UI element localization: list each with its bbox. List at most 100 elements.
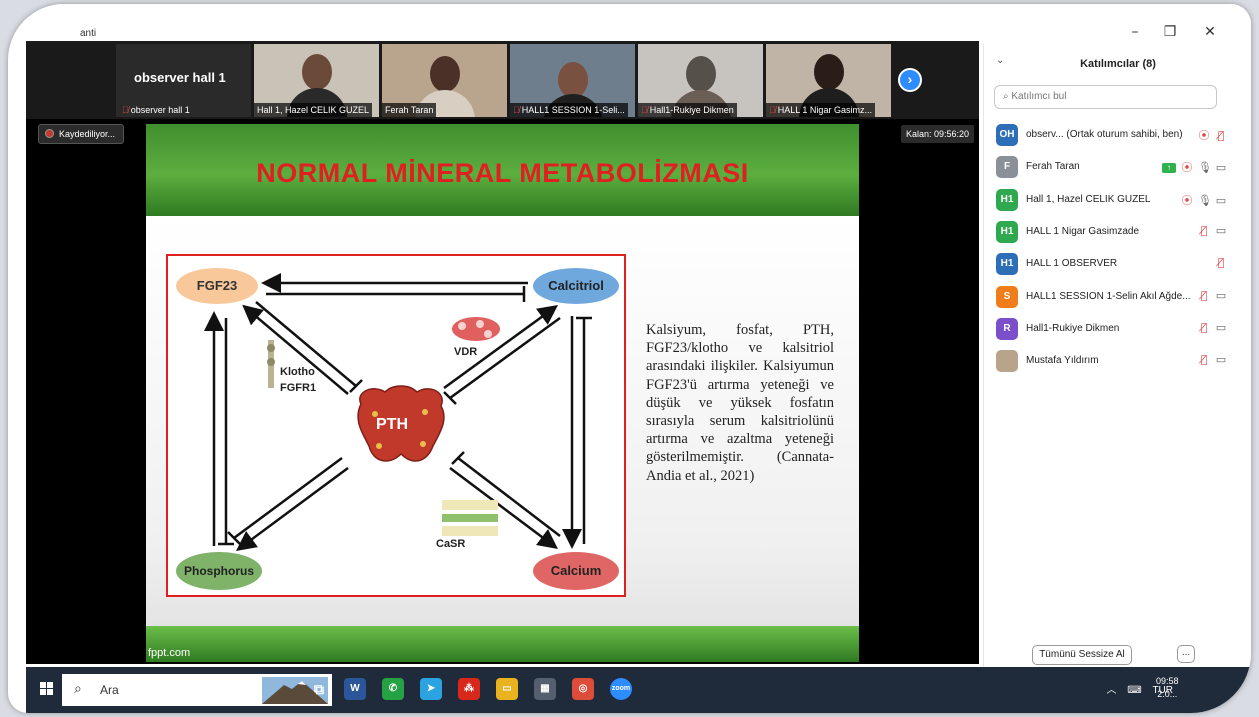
participant-row[interactable]: H1 Hall 1, Hazel CELIK GUZEL ⦿ 🎙 ▭	[984, 184, 1251, 216]
label-klotho: Klotho	[280, 366, 315, 378]
participant-head	[558, 62, 588, 98]
muted-mic-icon[interactable]: 🎙̸	[1198, 353, 1210, 366]
thumbnail-video[interactable]: Hall 1, Hazel CELIK GUZEL	[254, 44, 379, 117]
taskbar-app-explorer-icon[interactable]: ▭	[496, 678, 518, 700]
recording-icon[interactable]: ⦿	[1181, 192, 1193, 208]
participant-name: Mustafa Yıldırım	[1026, 355, 1099, 367]
participant-search-input[interactable]: ⌕ Katılımcı bul	[994, 85, 1217, 109]
window-title: anti	[80, 28, 97, 39]
muted-mic-icon: 🎙̸	[513, 105, 520, 115]
participant-head	[430, 56, 460, 92]
participant-status-icons: ⦿ 🎙 ▭	[1176, 192, 1227, 208]
muted-mic-icon[interactable]: 🎙̸	[1198, 321, 1210, 334]
thumbnail-video[interactable]: 🎙̸ Hall1-Rukiye Dikmen	[638, 44, 763, 117]
thumbnail-name: 🎙̸ HALL1 SESSION 1-Seli...	[510, 103, 628, 117]
observer-label: 🎙̸ observer hall 1	[122, 105, 190, 115]
muted-mic-icon[interactable]: 🎙̸	[1215, 129, 1227, 142]
search-icon: ⌕	[74, 681, 82, 697]
recording-indicator[interactable]: Kaydediliyor...	[38, 124, 125, 144]
taskbar-app-calculator-icon[interactable]: ▦	[534, 678, 556, 700]
taskbar-app-task-view-icon[interactable]: ⧉	[308, 678, 330, 700]
recording-icon[interactable]: ⦿	[1181, 159, 1193, 175]
avatar	[996, 350, 1018, 373]
mic-icon[interactable]: 🎙	[1198, 194, 1212, 207]
label-fgfr1: FGFR1	[280, 382, 317, 394]
taskbar-app-whatsapp-icon[interactable]: ✆	[382, 678, 404, 700]
camera-icon[interactable]: ▭	[1215, 353, 1227, 366]
slide-paragraph: Kalsiyum, fosfat, PTH, FGF23/klotho ve k…	[646, 322, 834, 484]
camera-icon[interactable]: ▭	[1215, 161, 1227, 174]
participant-row[interactable]: S HALL1 SESSION 1-Selin Akıl Ağde... 🎙̸ ▭	[984, 281, 1251, 313]
thumbnail-strip: observer hall 1 🎙̸ observer hall 1 Hall 1…	[26, 41, 979, 119]
camera-icon[interactable]: ▭	[1215, 289, 1227, 302]
taskbar-search-box[interactable]: ⌕ Ara	[62, 674, 332, 706]
muted-mic-icon[interactable]: 🎙̸	[1215, 256, 1227, 269]
taskbar-search-text: Ara	[100, 683, 119, 697]
slide-title: NORMAL MİNERAL METABOLİZMASI	[256, 158, 749, 188]
keyboard-icon[interactable]: ⌨	[1127, 685, 1141, 696]
taskbar-app-pdf-icon[interactable]: ⁂	[458, 678, 480, 700]
participant-head	[302, 54, 332, 90]
slide-body: FGF23 Calcitriol Phosphorus Calcium PTH …	[146, 216, 859, 626]
participant-status-icons: ⦿ 🎙̸	[1193, 127, 1227, 143]
next-page-arrow-icon[interactable]: ›	[898, 68, 922, 92]
avatar: OH	[996, 124, 1018, 146]
participant-name: Ferah Taran	[1026, 161, 1080, 173]
taskbar-app-chrome-icon[interactable]: ◎	[572, 678, 594, 700]
node-phosphorus: Phosphorus	[176, 552, 262, 590]
clock-time: 09:58	[1156, 676, 1179, 686]
thumbnail-name: 🎙̸ Hall1-Rukiye Dikmen	[638, 103, 737, 117]
participant-row[interactable]: R Hall1-Rukiye Dikmen 🎙̸ ▭	[984, 313, 1251, 345]
taskbar-app-zoom-icon[interactable]: zoom	[610, 678, 632, 700]
tray-chevron-icon[interactable]: ︿	[1106, 685, 1116, 696]
avatar: H1	[996, 188, 1018, 211]
participant-row[interactable]: F Ferah Taran ↑ ⦿ 🎙 ▭	[984, 151, 1251, 183]
remaining-time-badge: Kalan: 09:56:20	[901, 125, 975, 143]
muted-mic-icon: 🎙̸	[122, 105, 129, 115]
observer-name: observer hall 1	[134, 70, 226, 85]
mic-icon[interactable]: 🎙	[1198, 161, 1212, 174]
participant-row[interactable]: H1 HALL 1 Nigar Gasimzade 🎙̸ ▭	[984, 216, 1251, 248]
taskbar-app-telegram-icon[interactable]: ➤	[420, 678, 442, 700]
taskbar-clock[interactable]: 09:58 2.0...	[1156, 675, 1179, 701]
thumbnail-video[interactable]: Ferah Taran	[382, 44, 507, 117]
muted-mic-icon[interactable]: 🎙̸	[1198, 224, 1210, 237]
mute-all-button[interactable]: Tümünü Sessize Al	[1032, 645, 1132, 665]
participants-panel-title: Katılımcılar (8)	[1080, 58, 1156, 70]
recording-icon[interactable]: ⦿	[1198, 127, 1210, 143]
thumbnail-observer[interactable]: observer hall 1 🎙̸ observer hall 1	[116, 44, 251, 117]
camera-icon[interactable]: ▭	[1215, 321, 1227, 334]
participant-head	[814, 54, 844, 90]
node-fgf23: FGF23	[176, 268, 258, 304]
avatar: H1	[996, 220, 1018, 243]
avatar: S	[996, 285, 1018, 308]
minimize-icon[interactable]: –	[1125, 24, 1145, 40]
node-calcium: Calcium	[533, 552, 619, 590]
more-options-button[interactable]: ...	[1177, 645, 1195, 663]
windows-start-icon[interactable]	[40, 682, 54, 696]
shared-slide: NORMAL MİNERAL METABOLİZMASI FGF23 Calci…	[146, 124, 859, 662]
screen-share-icon[interactable]: ↑	[1162, 163, 1176, 174]
casr-receptor-icon	[442, 500, 498, 536]
close-icon[interactable]: ✕	[1200, 24, 1220, 40]
participant-row[interactable]: H1 HALL 1 OBSERVER 🎙̸	[984, 248, 1251, 280]
taskbar-app-word-icon[interactable]: W	[344, 678, 366, 700]
muted-mic-icon: 🎙̸	[641, 105, 648, 115]
participant-status-icons: 🎙̸ ▭	[1193, 353, 1227, 366]
thumbnail-name: 🎙̸ HALL 1 Nigar Gasimz...	[766, 103, 875, 117]
muted-mic-icon[interactable]: 🎙̸	[1198, 289, 1210, 302]
thumbnail-video[interactable]: 🎙̸ HALL 1 Nigar Gasimz...	[766, 44, 891, 117]
clock-date: 2.0...	[1157, 689, 1178, 699]
recording-dot-icon	[45, 129, 54, 138]
participant-status-icons: 🎙̸ ▭	[1193, 289, 1227, 302]
participant-row[interactable]: OH observ... (Ortak oturum sahibi, ben) ⦿ 🎙…	[984, 119, 1251, 151]
camera-icon[interactable]: ▭	[1215, 194, 1227, 207]
restore-icon[interactable]: ❐	[1160, 24, 1180, 40]
thumbnail-video[interactable]: 🎙̸ HALL1 SESSION 1-Seli...	[510, 44, 635, 117]
klotho-receptor-icon	[267, 340, 275, 388]
camera-icon[interactable]: ▭	[1215, 224, 1227, 237]
participant-row[interactable]: Mustafa Yıldırım 🎙̸ ▭	[984, 345, 1251, 377]
mineral-metabolism-diagram: FGF23 Calcitriol Phosphorus Calcium PTH …	[166, 254, 626, 597]
participant-name: HALL 1 OBSERVER	[1026, 258, 1118, 270]
participant-name: Hall1-Rukiye Dikmen	[1026, 322, 1120, 334]
